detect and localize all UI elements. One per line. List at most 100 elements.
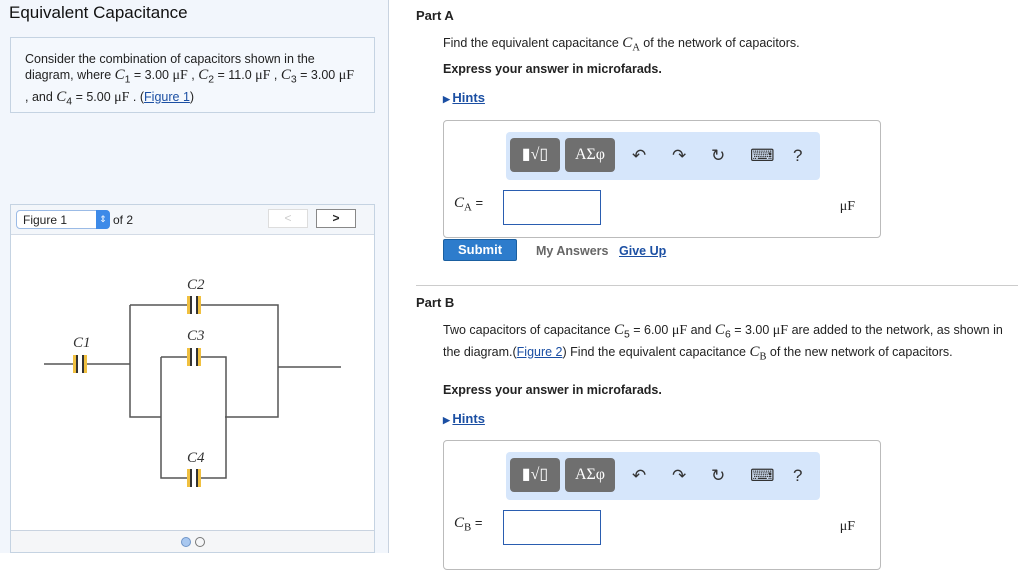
part-a-instructions: Express your answer in microfarads. <box>443 62 662 76</box>
give-up-link[interactable]: Give Up <box>619 244 666 258</box>
c5-value: = 6.00 <box>629 323 672 337</box>
unit: μF <box>172 68 188 83</box>
problem-panel: Equivalent Capacitance Consider the comb… <box>0 0 389 553</box>
reset-icon[interactable]: ↻ <box>711 146 725 166</box>
math-toolbar: ▮√▯ ΑΣφ ↶ ↷ ↻ ⌨ ? <box>506 452 820 500</box>
figure-pager <box>11 530 374 552</box>
unit-label: μF <box>839 519 855 534</box>
unit: μF <box>338 68 355 83</box>
figure-select[interactable]: Figure 1 ⇕ <box>16 210 110 229</box>
cb-answer-input[interactable] <box>503 510 601 545</box>
greek-symbols-button[interactable]: ΑΣφ <box>565 458 615 492</box>
undo-icon[interactable]: ↶ <box>632 466 646 486</box>
part-b-question: Two capacitors of capacitance C5 = 6.00 … <box>443 322 1008 365</box>
undo-icon[interactable]: ↶ <box>632 146 646 166</box>
hints-link[interactable]: Hints <box>452 411 485 426</box>
templates-button[interactable]: ▮√▯ <box>510 458 560 492</box>
sep: , <box>270 68 281 82</box>
c1-value: = 3.00 <box>130 68 173 82</box>
prev-figure-button[interactable]: < <box>268 209 308 228</box>
figure-1-link[interactable]: Figure 1 <box>144 90 190 104</box>
c2-label: C2 <box>187 277 205 293</box>
c4-symbol: C <box>56 88 67 105</box>
reset-icon[interactable]: ↻ <box>711 466 725 486</box>
equals: = <box>471 195 484 210</box>
unit: μF <box>671 323 688 338</box>
part-a-hints[interactable]: ▶ Hints <box>443 90 485 105</box>
unit: μF <box>772 323 789 338</box>
capacitor-c3 <box>187 348 201 366</box>
figure-2-link[interactable]: Figure 2 <box>517 345 563 359</box>
unit: μF <box>255 68 271 83</box>
figure-toolbar: Figure 1 ⇕ of 2 < > <box>11 205 374 235</box>
c2-value: = 11.0 <box>214 68 256 82</box>
capacitors: C1 C2 C3 C4 <box>73 277 205 487</box>
q-text: of the new network of capacitors. <box>766 344 953 359</box>
part-a-question: Find the equivalent capacitance CA of th… <box>443 35 800 57</box>
c4-value: = 5.00 <box>72 89 115 104</box>
templates-button[interactable]: ▮√▯ <box>510 138 560 172</box>
ca-label: CA = <box>454 195 483 214</box>
c2-symbol: C <box>198 67 209 83</box>
figure-viewer: Figure 1 ⇕ of 2 < > C1 C2 C3 C4 <box>10 204 375 553</box>
ca-symbol: C <box>454 195 465 211</box>
part-b-answer-box: ▮√▯ ΑΣφ ↶ ↷ ↻ ⌨ ? CB = μF <box>443 440 881 570</box>
greek-symbols-button[interactable]: ΑΣφ <box>565 138 615 172</box>
q-text: ) Find the equivalent capacitance <box>562 344 750 359</box>
answer-panel: Part A Find the equivalent capacitance C… <box>390 0 1024 570</box>
redo-icon[interactable]: ↷ <box>672 146 686 166</box>
part-a-answer-box: ▮√▯ ΑΣφ ↶ ↷ ↻ ⌨ ? CA = μF <box>443 120 881 238</box>
help-icon[interactable]: ? <box>793 466 802 486</box>
my-answers-link[interactable]: My Answers <box>536 244 608 258</box>
capacitor-c2 <box>187 296 201 314</box>
chevron-updown-icon: ⇕ <box>96 210 110 229</box>
submit-button[interactable]: Submit <box>443 239 517 261</box>
and: and <box>687 323 715 337</box>
and: , and <box>25 89 57 104</box>
ca-sub: A <box>632 42 640 54</box>
page-dot[interactable] <box>194 537 205 547</box>
c6-value: = 3.00 <box>730 323 773 337</box>
part-b-instructions: Express your answer in microfarads. <box>443 383 662 397</box>
c5-symbol: C <box>613 322 624 338</box>
help-icon[interactable]: ? <box>793 146 802 166</box>
q-text: of the network of capacitors. <box>639 36 800 50</box>
part-b-hints[interactable]: ▶ Hints <box>443 411 485 426</box>
problem-title: Equivalent Capacitance <box>9 3 188 22</box>
cb-label: CB = <box>454 515 482 534</box>
divider <box>416 285 1018 286</box>
q-text: Two capacitors of capacitance <box>443 323 614 337</box>
figure-select-value: Figure 1 <box>23 213 68 227</box>
figure-count: of 2 <box>113 213 134 227</box>
c1-label: C1 <box>73 335 91 351</box>
ca-symbol: C <box>622 35 633 51</box>
ca-sub: A <box>464 201 472 214</box>
cb-symbol: C <box>454 515 465 531</box>
c1-symbol: C <box>114 67 125 83</box>
sep: , <box>187 68 199 82</box>
capacitor-c1 <box>73 355 87 373</box>
ca-answer-input[interactable] <box>503 190 601 225</box>
hints-link[interactable]: Hints <box>452 90 485 105</box>
next-figure-button[interactable]: > <box>316 209 356 228</box>
capacitor-c4 <box>187 469 201 487</box>
q-text: Find the equivalent capacitance <box>443 36 623 50</box>
c3-value: = 3.00 <box>296 68 339 82</box>
part-b-heading: Part B <box>416 295 455 310</box>
equals: = <box>471 515 483 530</box>
unit-label: μF <box>839 199 855 214</box>
c6-symbol: C <box>714 322 725 338</box>
keyboard-icon[interactable]: ⌨ <box>750 466 775 486</box>
part-a-heading: Part A <box>416 8 454 23</box>
cb-symbol: C <box>749 343 760 360</box>
unit: μF <box>114 89 130 105</box>
c3-symbol: C <box>280 67 291 83</box>
math-toolbar: ▮√▯ ΑΣφ ↶ ↷ ↻ ⌨ ? <box>506 132 820 180</box>
page-dot-active[interactable] <box>180 537 191 547</box>
redo-icon[interactable]: ↷ <box>672 466 686 486</box>
punct: . ( <box>129 89 145 104</box>
c4-label: C4 <box>187 450 205 466</box>
c3-label: C3 <box>187 328 205 344</box>
problem-intro: Consider the combination of capacitors s… <box>10 37 375 113</box>
keyboard-icon[interactable]: ⌨ <box>750 146 775 166</box>
